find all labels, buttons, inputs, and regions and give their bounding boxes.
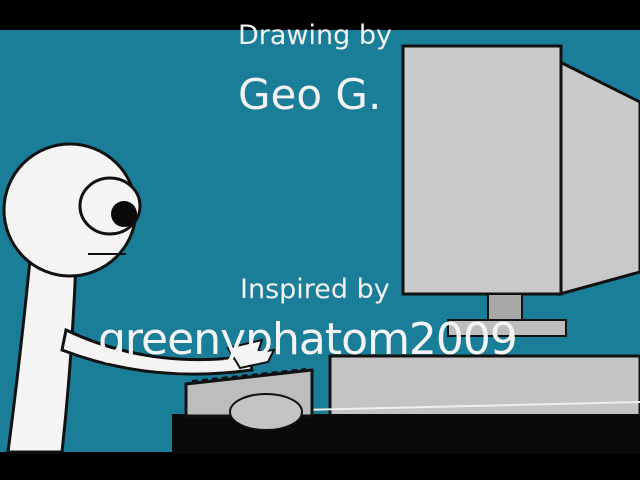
letterbox-bottom	[0, 452, 640, 480]
drawing-by-label: Drawing by	[238, 20, 392, 51]
inspired-by-handle: greenyphatom2009	[98, 314, 518, 365]
inspired-by-label: Inspired by	[240, 274, 390, 305]
author-name: Geo G.	[238, 70, 382, 119]
animation-frame: Drawing by Geo G. Inspired by greenyphat…	[0, 0, 640, 480]
mouse-icon	[229, 393, 303, 431]
figure-pupil	[111, 201, 137, 227]
